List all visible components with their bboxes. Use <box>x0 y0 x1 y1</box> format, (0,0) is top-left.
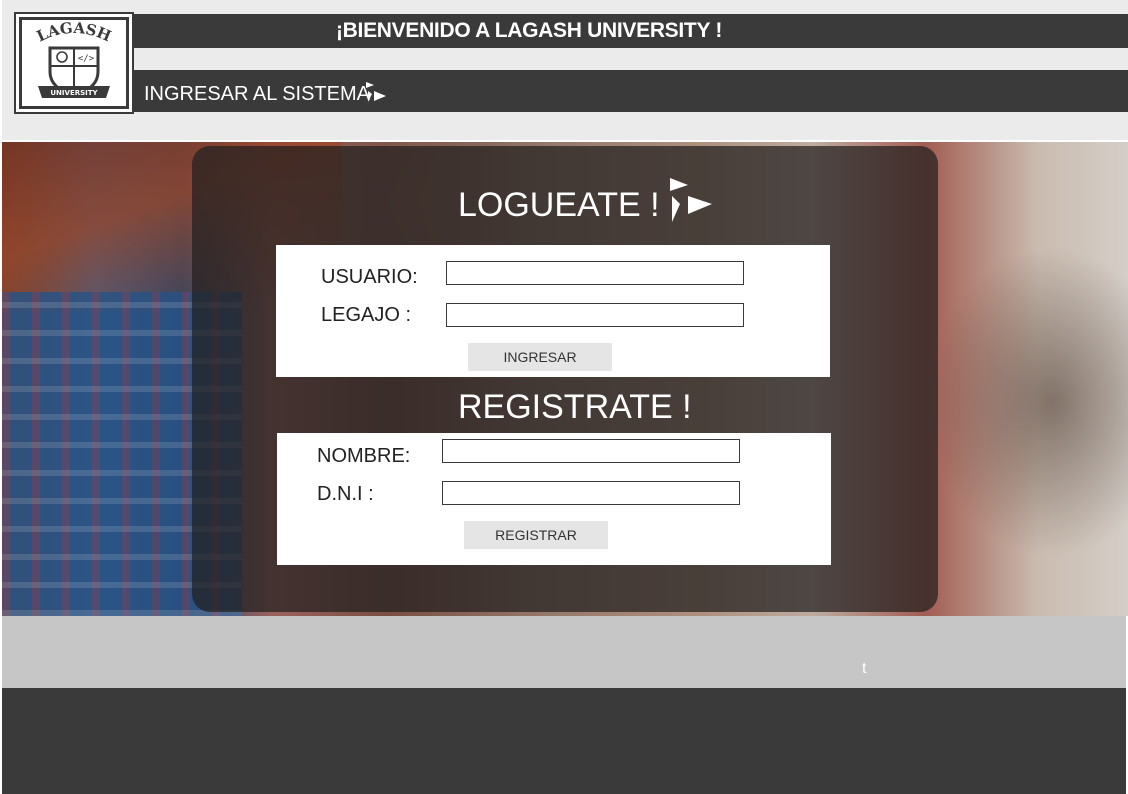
info-band <box>2 616 1126 688</box>
usuario-input[interactable] <box>446 261 744 285</box>
register-form: NOMBRE: D.N.I : REGISTRAR <box>277 433 831 565</box>
play-arrow-icon <box>666 176 716 226</box>
svg-text:</>: </> <box>78 54 95 64</box>
page-title: ¡BIENVENIDO A LAGASH UNIVERSITY ! <box>335 19 723 42</box>
shield-icon: LAGASH </> UNIVERSITY <box>34 19 114 98</box>
registrar-button[interactable]: REGISTRAR <box>464 521 608 549</box>
hero-background: LOGUEATE ! USUARIO: LEGAJO : INGRESAR RE… <box>2 142 1128 616</box>
band-text: t <box>862 660 867 677</box>
legajo-label: LEGAJO : <box>321 304 412 326</box>
usuario-label: USUARIO: <box>321 266 418 288</box>
play-arrow-icon[interactable] <box>364 80 388 104</box>
register-title: REGISTRATE ! <box>458 388 692 426</box>
nav-bar: INGRESAR AL SISTEMA <box>134 70 1128 112</box>
logo-banner-text: UNIVERSITY <box>50 89 98 97</box>
svg-text:LAGASH: LAGASH <box>34 20 114 45</box>
logo-top-text: LAGASH <box>34 19 114 46</box>
welcome-bar: ¡BIENVENIDO A LAGASH UNIVERSITY ! <box>134 14 1128 48</box>
nombre-input[interactable] <box>442 439 740 463</box>
ingresar-button[interactable]: INGRESAR <box>468 343 612 371</box>
login-form: USUARIO: LEGAJO : INGRESAR <box>276 245 830 377</box>
nav-link-ingresar[interactable]: INGRESAR AL SISTEMA <box>144 70 370 112</box>
footer <box>2 688 1126 794</box>
nombre-label: NOMBRE: <box>317 445 411 467</box>
logo-emblem: LAGASH </> UNIVERSITY <box>22 19 126 106</box>
auth-panel: LOGUEATE ! USUARIO: LEGAJO : INGRESAR RE… <box>192 146 938 612</box>
login-title: LOGUEATE ! <box>458 186 660 224</box>
dni-input[interactable] <box>442 481 740 505</box>
university-logo[interactable]: LAGASH </> UNIVERSITY <box>14 12 134 114</box>
dni-label: D.N.I : <box>317 483 374 505</box>
legajo-input[interactable] <box>446 303 744 327</box>
